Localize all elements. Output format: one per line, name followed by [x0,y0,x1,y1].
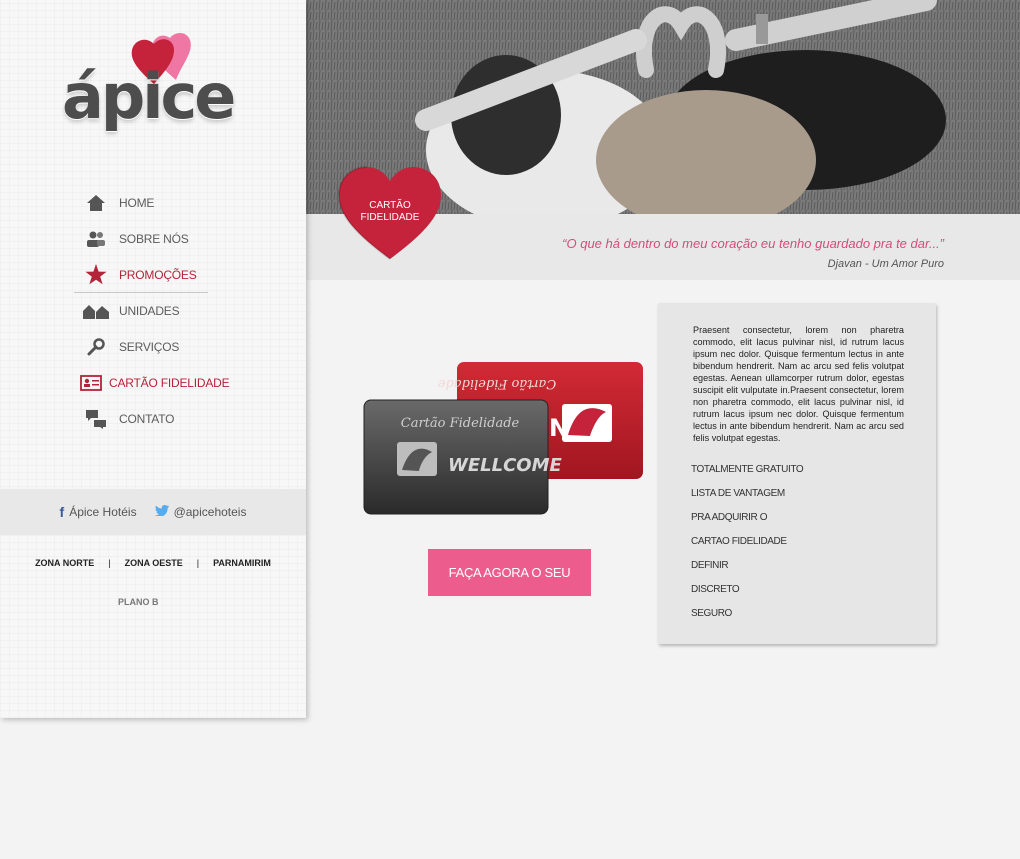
zone-oeste-link[interactable]: ZONA OESTE [125,558,183,568]
zone-parnamirim-link[interactable]: PARNAMIRIM [213,558,271,568]
cartao-fidelidade-badge: CARTÃO FIDELIDADE [335,163,445,263]
hero-quote: “O que há dentro do meu coração eu tenho… [562,236,944,251]
twitter-icon [154,505,169,519]
card-back-title: Cartão Fidelidade [437,376,556,391]
zone-separator: | [108,558,111,568]
feature-item: PRA ADQUIRIR O [691,512,768,523]
twitter-label: @apicehoteis [173,505,247,519]
feature-item: DISCRETO [691,584,740,595]
twitter-link[interactable]: @apicehoteis [154,505,247,519]
features-list: TOTALMENTE GRATUITO LISTA DE VANTAGEM PR… [691,464,804,632]
id-card-icon [80,372,102,394]
logo[interactable]: ápice [62,30,236,145]
feature-item: LISTA DE VANTAGEM [691,488,785,499]
nav-item-sobre-nos[interactable]: SOBRE NÓS [80,221,210,257]
feature-item: TOTALMENTE GRATUITO [691,464,804,475]
nav-item-unidades[interactable]: UNIDADES [80,293,210,329]
card-front-brand: WELLCOME [448,455,563,476]
info-panel: Praesent consectetur, lorem non pharetra… [658,303,936,644]
tools-icon [80,336,112,358]
main-nav: HOME SOBRE NÓS PROMOÇÕES UNIDADES SERVIÇ… [74,185,230,437]
feature-item: SEGURO [691,608,732,619]
badge-line-1: CARTÃO [369,200,411,211]
loyalty-cards-illustration: Cartão Fidelidade N Cartão Fidelidade WE… [363,362,643,515]
logo-wordmark: ápice [62,60,236,133]
card-back-brand: N [549,414,569,442]
card-front-title: Cartão Fidelidade [401,416,520,431]
loyalty-cards-image: Cartão Fidelidade N Cartão Fidelidade WE… [362,360,644,518]
nav-label: UNIDADES [119,304,180,318]
star-icon [80,264,112,286]
badge-label: CARTÃO FIDELIDADE [335,200,445,224]
feature-item: DEFINIR [691,560,729,571]
zone-norte-link[interactable]: ZONA NORTE [35,558,94,568]
zones-links: ZONA NORTE | ZONA OESTE | PARNAMIRIM [0,558,306,568]
facebook-link[interactable]: f Ápice Hotéis [60,504,137,520]
feature-item: CARTAO FIDELIDADE [691,536,787,547]
nav-item-home[interactable]: HOME [80,185,210,221]
people-icon [80,228,112,250]
nav-item-cartao-fidelidade[interactable]: CARTÃO FIDELIDADE [80,365,230,401]
nav-item-promocoes[interactable]: PROMOÇÕES [74,257,208,293]
nav-item-contato[interactable]: CONTATO [80,401,210,437]
plano-b-credit[interactable]: PLANO B [118,597,159,607]
sidebar: ápice HOME SOBRE NÓS PROMOÇÕES UNIDADES [0,0,306,718]
nav-label: CONTATO [119,412,175,426]
nav-label: PROMOÇÕES [119,267,197,282]
social-bar: f Ápice Hotéis @apicehoteis [0,489,306,535]
nav-label: HOME [119,196,155,210]
nav-item-servicos[interactable]: SERVIÇOS [80,329,210,365]
info-paragraph: Praesent consectetur, lorem non pharetra… [693,325,904,443]
facebook-label: Ápice Hotéis [69,505,137,519]
zone-separator: | [196,558,200,568]
buildings-icon [80,300,112,322]
hero-quote-author: Djavan - Um Amor Puro [827,258,944,270]
faca-agora-button[interactable]: FAÇA AGORA O SEU [428,549,591,596]
home-icon [80,192,112,214]
nav-label: SOBRE NÓS [119,232,189,246]
badge-line-2: FIDELIDADE [360,212,420,223]
nav-label: CARTÃO FIDELIDADE [109,376,230,390]
chat-icon [80,408,112,430]
facebook-icon: f [59,504,65,520]
nav-label: SERVIÇOS [119,340,180,354]
